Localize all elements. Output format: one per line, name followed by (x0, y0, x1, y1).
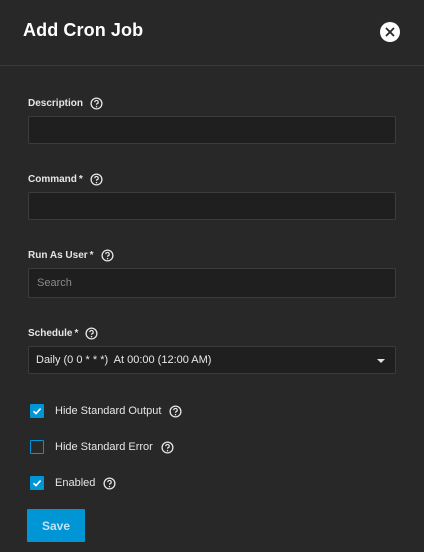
schedule-select[interactable]: Daily (0 0 * * *) At 00:00 (12:00 AM) (28, 346, 396, 374)
enabled-option[interactable]: Enabled (30, 476, 116, 490)
close-button[interactable] (380, 22, 400, 42)
hide-standard-error-checkbox[interactable] (30, 440, 44, 454)
caret-down-icon (377, 359, 385, 363)
checkmark-icon (32, 480, 42, 487)
dialog-header: Add Cron Job (0, 0, 424, 66)
command-label-text: Command (28, 174, 77, 185)
enabled-checkbox[interactable] (30, 476, 44, 490)
schedule-label: Schedule * (28, 327, 98, 340)
help-icon[interactable] (90, 173, 103, 186)
description-label-text: Description (28, 98, 84, 109)
command-input[interactable] (28, 192, 396, 220)
help-icon[interactable] (101, 249, 114, 262)
run-as-user-label: Run As User * (28, 249, 114, 262)
hide-standard-output-checkbox[interactable] (30, 404, 44, 418)
required-marker: * (78, 174, 83, 185)
schedule-selected-value: Daily (0 0 * * *) At 00:00 (12:00 AM) (36, 354, 212, 366)
schedule-label-text: Schedule (28, 328, 73, 339)
close-icon (385, 27, 395, 37)
help-icon[interactable] (85, 327, 98, 340)
run-as-user-label-text: Run As User (28, 250, 88, 261)
required-marker: * (74, 328, 79, 339)
run-as-user-search-input[interactable] (28, 268, 396, 298)
enabled-label: Enabled (55, 477, 96, 489)
hide-standard-output-option[interactable]: Hide Standard Output (30, 404, 182, 418)
description-label: Description (28, 97, 103, 110)
help-icon[interactable] (103, 476, 116, 490)
help-icon[interactable] (90, 97, 103, 110)
hide-standard-error-label: Hide Standard Error (55, 441, 153, 453)
save-button[interactable]: Save (27, 509, 85, 542)
checkmark-icon (32, 408, 42, 415)
required-marker: * (89, 250, 94, 261)
hide-standard-output-label: Hide Standard Output (55, 405, 162, 417)
dialog-title: Add Cron Job (23, 20, 144, 40)
command-label: Command * (28, 173, 103, 186)
help-icon[interactable] (161, 440, 174, 454)
help-icon[interactable] (169, 404, 182, 418)
hide-standard-error-option[interactable]: Hide Standard Error (30, 440, 174, 454)
description-input[interactable] (28, 116, 396, 144)
